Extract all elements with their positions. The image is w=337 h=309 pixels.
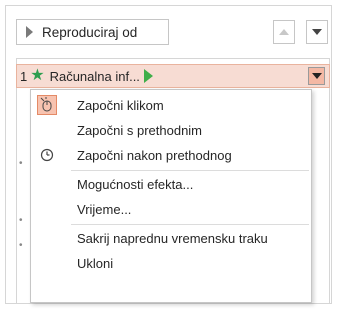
play-icon xyxy=(26,26,33,38)
animation-number: 1 xyxy=(20,68,28,84)
chevron-down-icon xyxy=(312,29,322,35)
menu-item-label: Vrijeme... xyxy=(77,201,132,217)
entrance-star-icon: ★ xyxy=(30,67,45,84)
move-up-button[interactable] xyxy=(273,20,295,44)
chevron-up-icon xyxy=(279,29,289,35)
context-menu: Započni klikom Započni s prethodnim Zapo… xyxy=(30,89,312,303)
menu-item-label: Započni klikom xyxy=(77,97,164,113)
animation-dropdown-button[interactable] xyxy=(308,67,325,85)
move-down-button[interactable] xyxy=(306,20,328,44)
menu-item-label: Mogućnosti efekta... xyxy=(77,176,194,192)
menu-item-start-after-previous[interactable]: Započni nakon prethodnog xyxy=(31,143,311,167)
animation-name: Računalna inf... xyxy=(49,68,140,84)
mouse-click-icon xyxy=(37,95,57,115)
menu-item-label: Započni s prethodnim xyxy=(77,122,203,138)
menu-item-label: Započni nakon prethodnog xyxy=(77,147,232,163)
animation-pane: Reproduciraj od 1 ★ Računalna inf... • •… xyxy=(0,0,337,309)
media-play-icon xyxy=(143,69,153,83)
menu-item-label: Sakrij naprednu vremensku traku xyxy=(77,230,268,246)
clock-icon xyxy=(37,145,57,165)
menu-separator xyxy=(71,224,309,225)
menu-item-hide-advanced-timeline[interactable]: Sakrij naprednu vremensku traku xyxy=(31,226,311,250)
hidden-row-marker: • xyxy=(19,240,23,251)
menu-item-start-with-previous[interactable]: Započni s prethodnim xyxy=(31,118,311,142)
play-from-label: Reproduciraj od xyxy=(42,24,138,40)
menu-item-start-on-click[interactable]: Započni klikom xyxy=(31,93,311,117)
menu-item-label: Ukloni xyxy=(77,255,114,271)
menu-item-timing[interactable]: Vrijeme... xyxy=(31,197,311,221)
hidden-row-marker: • xyxy=(19,158,23,169)
chevron-down-icon xyxy=(311,73,322,79)
hidden-row-marker: • xyxy=(19,215,23,226)
menu-item-effect-options[interactable]: Mogućnosti efekta... xyxy=(31,172,311,196)
menu-separator xyxy=(71,170,309,171)
play-from-button[interactable]: Reproduciraj od xyxy=(16,19,169,45)
menu-item-remove[interactable]: Ukloni xyxy=(31,251,311,275)
animation-item[interactable]: 1 ★ Računalna inf... xyxy=(16,64,330,88)
